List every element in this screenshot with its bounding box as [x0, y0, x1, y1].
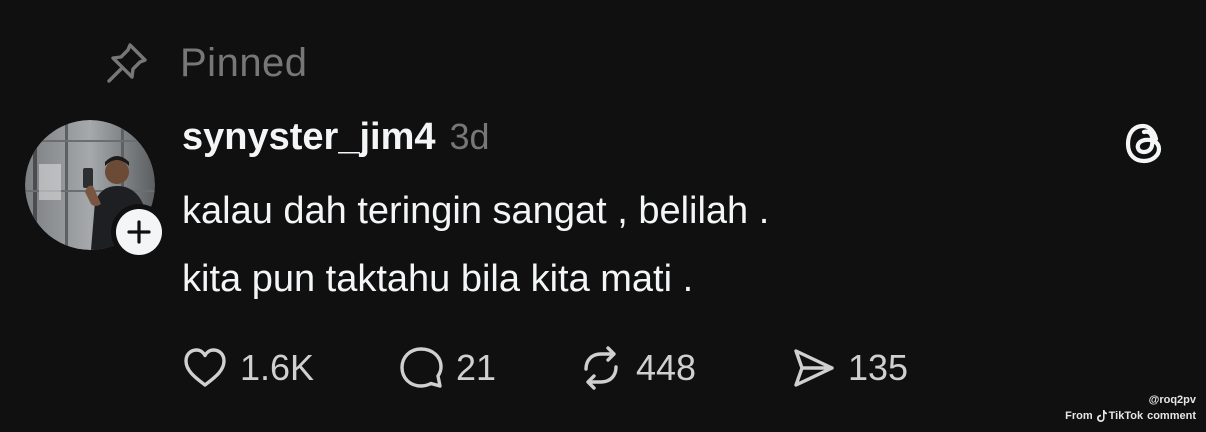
post-text-line-2: kita pun taktahu bila kita mati .	[182, 258, 694, 300]
comment-icon	[396, 343, 446, 393]
repost-icon	[576, 343, 626, 393]
username[interactable]: synyster_jim4	[182, 116, 436, 159]
action-bar: 1.6K 21 448 135	[180, 342, 908, 394]
send-icon	[788, 343, 838, 393]
tiktok-logo: TikTok	[1096, 408, 1144, 424]
watermark-source: From TikTok comment	[1065, 408, 1196, 424]
watermark-from: From	[1065, 410, 1093, 422]
tiktok-note-icon	[1096, 410, 1107, 422]
post-header: synyster_jim4 3d	[182, 116, 490, 166]
reply-count: 21	[456, 347, 497, 388]
repost-count: 448	[636, 347, 697, 388]
share-count: 135	[848, 347, 909, 388]
reply-button[interactable]: 21	[396, 343, 576, 393]
tiktok-watermark: @roq2pv From TikTok comment	[1065, 392, 1196, 424]
pinned-label: Pinned	[180, 40, 308, 85]
watermark-handle: @roq2pv	[1148, 394, 1196, 406]
threads-logo-icon[interactable]	[1120, 118, 1170, 168]
like-button[interactable]: 1.6K	[180, 343, 396, 393]
pin-icon	[102, 38, 152, 88]
plus-icon	[116, 209, 162, 255]
avatar-container[interactable]	[25, 120, 167, 260]
tiktok-brand: TikTok	[1108, 410, 1144, 422]
watermark-suffix: comment	[1147, 410, 1196, 422]
like-count: 1.6K	[240, 347, 315, 388]
heart-icon	[180, 343, 230, 393]
follow-button[interactable]	[111, 204, 167, 260]
post-text-line-1: kalau dah teringin sangat , belilah .	[182, 190, 770, 232]
repost-button[interactable]: 448	[576, 343, 788, 393]
pinned-indicator: Pinned	[102, 38, 308, 88]
post-timestamp: 3d	[449, 116, 490, 157]
share-button[interactable]: 135	[788, 343, 908, 393]
